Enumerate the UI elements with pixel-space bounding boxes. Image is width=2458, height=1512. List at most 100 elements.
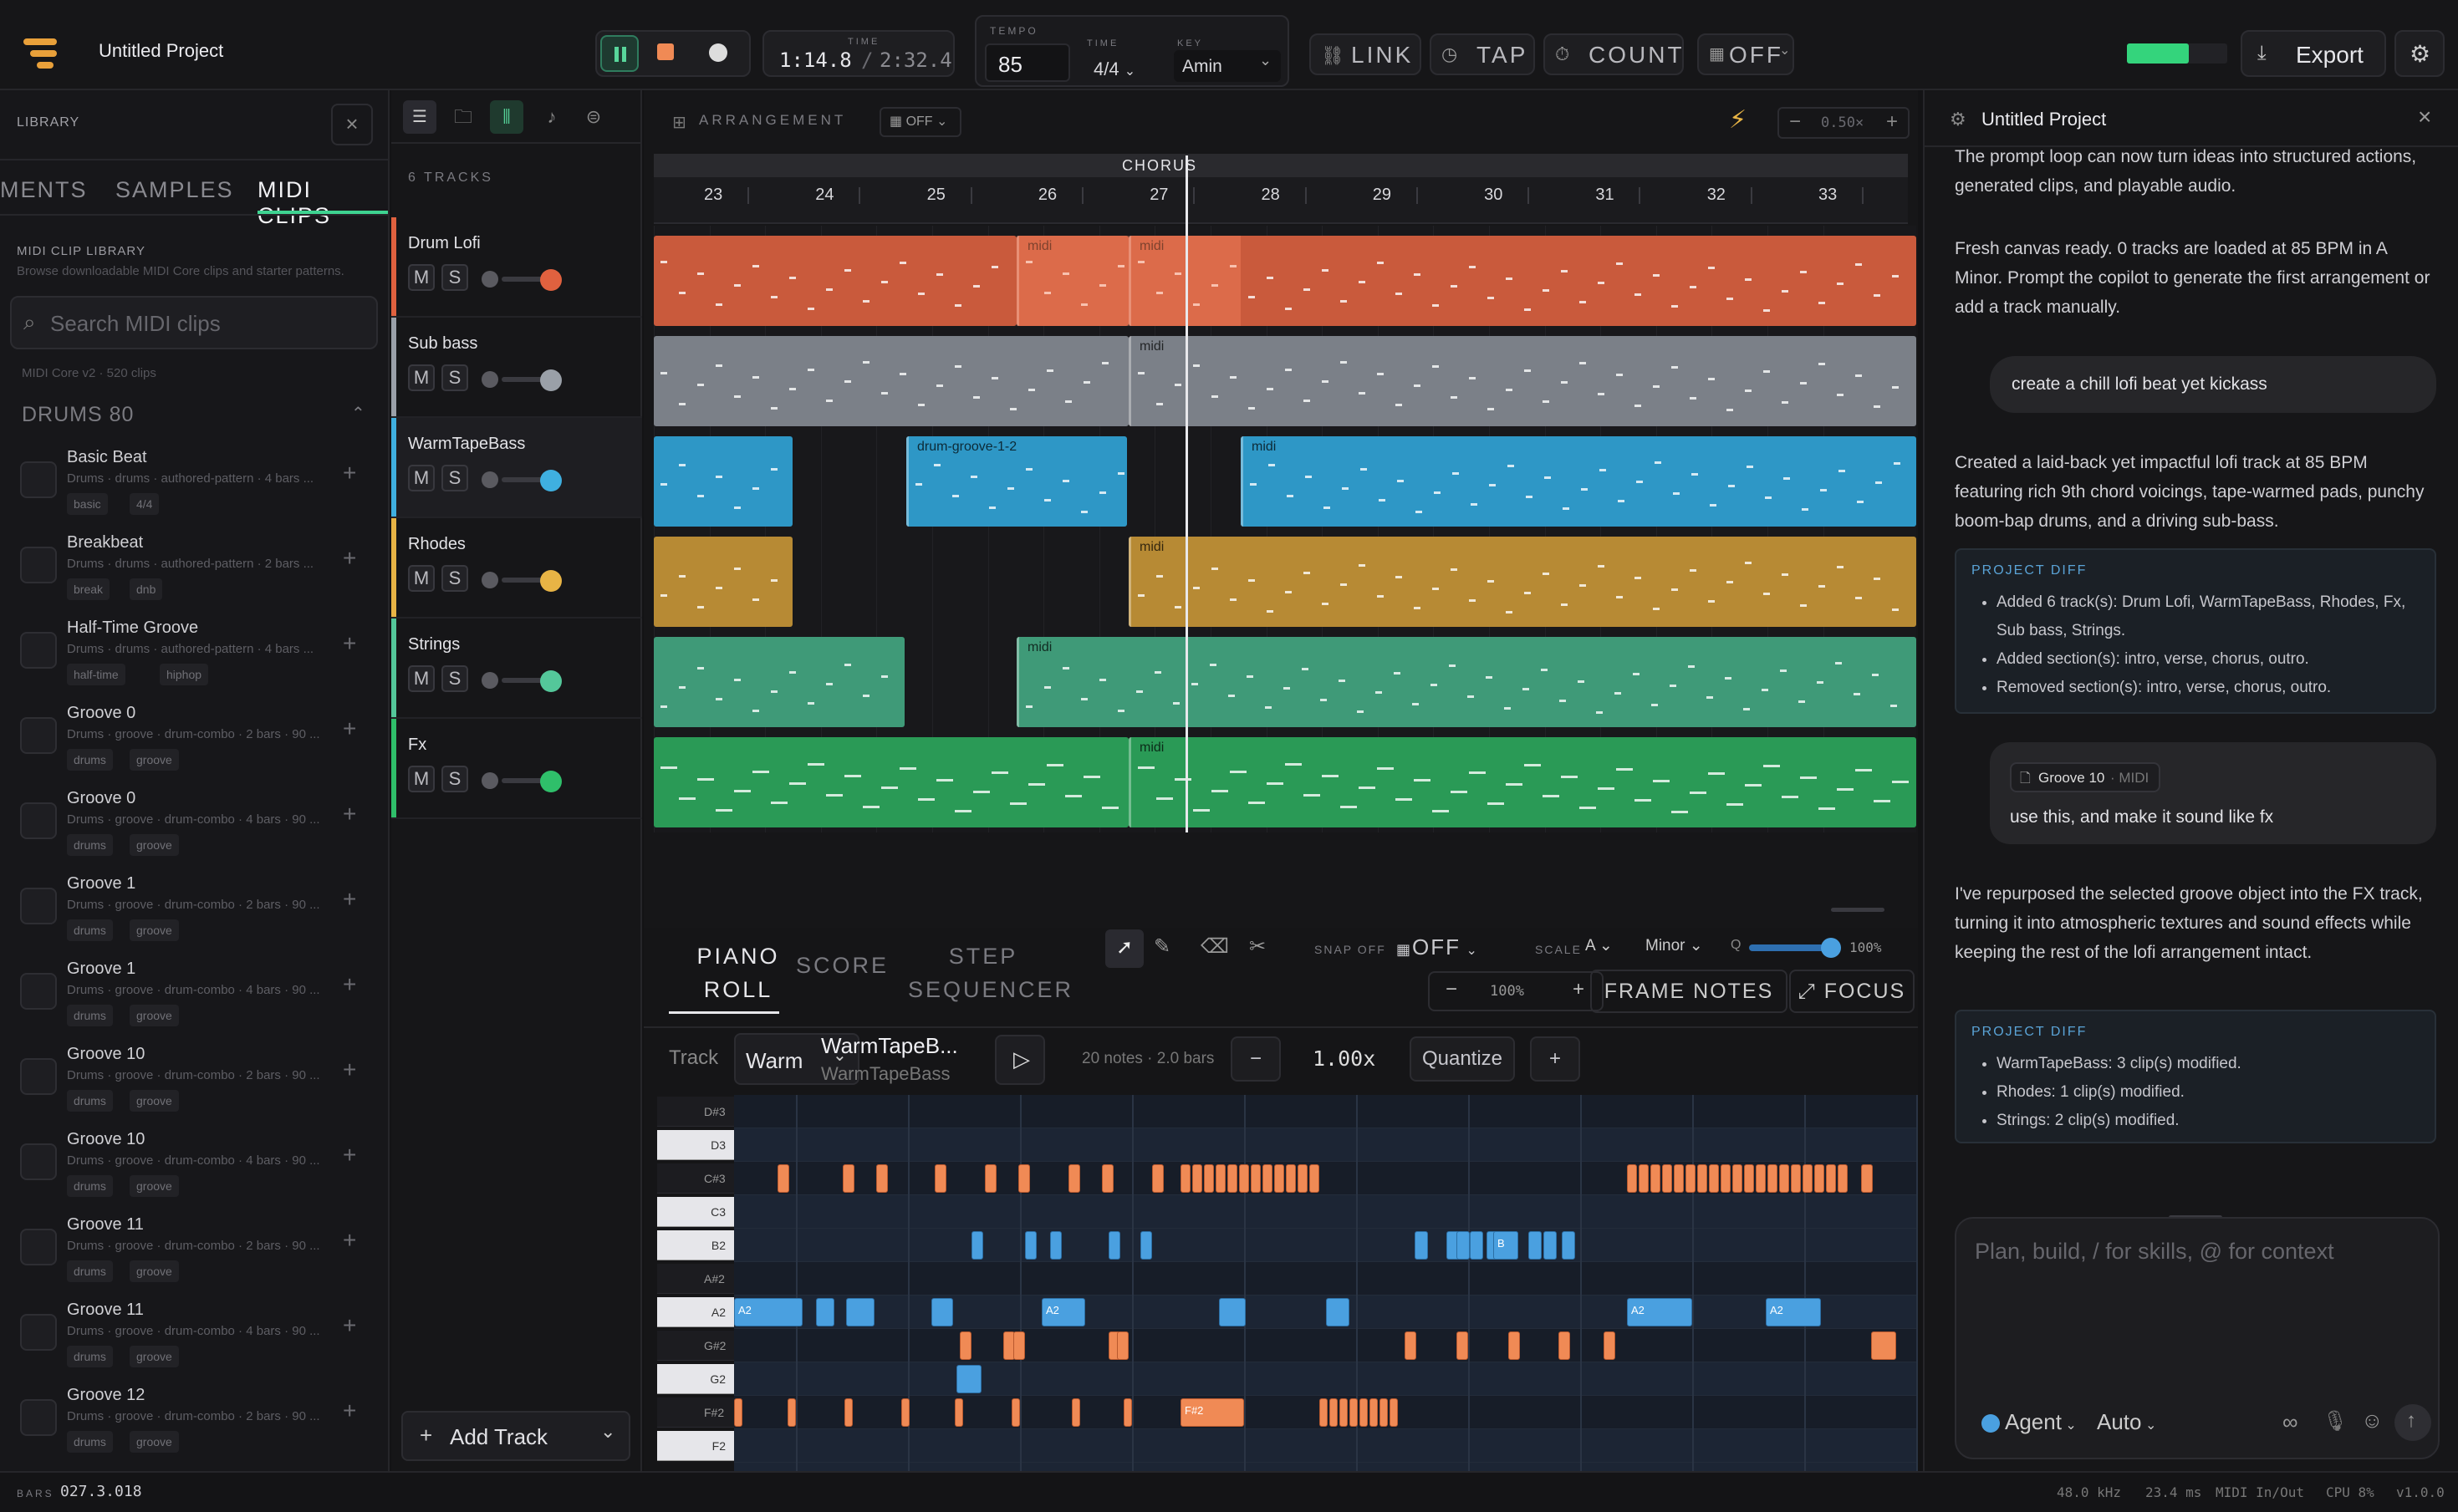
arrangement-snap-select[interactable]: ▦ OFF ⌄	[880, 107, 961, 137]
speed-decrease-button[interactable]: −	[1231, 1036, 1281, 1082]
solo-button[interactable]: S	[441, 565, 468, 592]
midi-note[interactable]	[935, 1164, 946, 1193]
midi-note[interactable]	[1456, 1331, 1468, 1360]
midi-note[interactable]	[1204, 1164, 1214, 1193]
scissors-tool-button[interactable]: ✂	[1249, 934, 1266, 959]
midi-note[interactable]	[1528, 1231, 1542, 1260]
list-item[interactable]: Groove 0 Drums · groove · drum-combo · 4 …	[0, 786, 388, 871]
track-row[interactable]: Strings M S	[391, 619, 642, 719]
midi-note[interactable]	[1721, 1164, 1731, 1193]
midi-note[interactable]	[1838, 1164, 1848, 1193]
list-item[interactable]: Groove 10 Drums · groove · drum-combo · 4…	[0, 1127, 388, 1212]
midi-note[interactable]: F#2	[1181, 1398, 1244, 1427]
clip[interactable]: midi	[1129, 737, 1916, 827]
midi-note[interactable]: A2	[1766, 1298, 1821, 1326]
midi-note[interactable]	[1152, 1164, 1164, 1193]
midi-note[interactable]	[1050, 1231, 1062, 1260]
clip[interactable]	[654, 737, 1129, 827]
eraser-tool-button[interactable]: ⌫	[1201, 934, 1229, 959]
export-button[interactable]: ⤓ Export	[2241, 30, 2386, 77]
midi-note[interactable]	[1012, 1398, 1020, 1427]
midi-note[interactable]	[1329, 1398, 1338, 1427]
piano-key[interactable]: D3	[657, 1130, 734, 1160]
midi-note[interactable]	[1558, 1331, 1570, 1360]
add-clip-button[interactable]: +	[343, 460, 356, 486]
lightning-icon[interactable]: ⚡	[1729, 105, 1747, 135]
mute-button[interactable]: M	[408, 766, 435, 792]
midi-note[interactable]	[1124, 1398, 1132, 1427]
preview-play-button[interactable]: ▷	[995, 1035, 1045, 1085]
record-button[interactable]	[709, 43, 727, 62]
midi-note[interactable]	[1767, 1164, 1777, 1193]
midi-note[interactable]	[844, 1398, 853, 1427]
midi-note[interactable]	[1251, 1164, 1261, 1193]
add-track-button[interactable]: + Add Track ⌄	[401, 1411, 630, 1461]
midi-note[interactable]	[1239, 1164, 1249, 1193]
mute-button[interactable]: M	[408, 364, 435, 391]
clip[interactable]: midi	[1129, 537, 1916, 627]
midi-note[interactable]	[1025, 1231, 1037, 1260]
midi-note[interactable]	[1732, 1164, 1742, 1193]
agent-select[interactable]: Agent ⌄	[2005, 1409, 2077, 1435]
stop-button[interactable]	[657, 43, 674, 60]
infinity-icon[interactable]: ∞	[2282, 1409, 2298, 1435]
mic-icon[interactable]: 🎙	[2323, 1409, 2348, 1433]
chevron-up-icon[interactable]: ⌃	[351, 403, 365, 424]
add-clip-button[interactable]: +	[343, 801, 356, 827]
zoom-out-button[interactable]: −	[1789, 110, 1801, 134]
clip[interactable]	[654, 436, 793, 527]
frame-notes-button[interactable]: FRAME NOTES	[1590, 970, 1787, 1013]
pan-knob[interactable]	[482, 271, 498, 288]
chat-input[interactable]: Plan, build, / for skills, @ for context…	[1955, 1217, 2440, 1459]
solo-button[interactable]: S	[441, 264, 468, 291]
clip[interactable]: drum-groove-1-2	[906, 436, 1127, 527]
track-list-view-button[interactable]: ☰	[403, 100, 436, 134]
pause-button[interactable]	[600, 35, 639, 72]
add-clip-button[interactable]: +	[343, 715, 356, 742]
volume-handle[interactable]	[540, 771, 562, 792]
pan-knob[interactable]	[482, 672, 498, 689]
midi-note[interactable]	[1662, 1164, 1672, 1193]
midi-note[interactable]	[1390, 1398, 1398, 1427]
list-item[interactable]: Groove 12 Drums · groove · drum-combo · 2…	[0, 1382, 388, 1468]
piano-key[interactable]: C3	[657, 1197, 734, 1227]
midi-note[interactable]	[1627, 1164, 1637, 1193]
midi-note[interactable]	[1216, 1164, 1226, 1193]
list-item[interactable]: Groove 11 Drums · groove · drum-combo · 4…	[0, 1297, 388, 1382]
volume-handle[interactable]	[540, 570, 562, 592]
midi-note[interactable]	[1359, 1398, 1368, 1427]
midi-note[interactable]	[1697, 1164, 1707, 1193]
playhead[interactable]	[1186, 155, 1188, 832]
midi-note[interactable]	[985, 1164, 997, 1193]
scale-root-select[interactable]: A ⌄	[1585, 936, 1639, 963]
add-clip-button[interactable]: +	[343, 1142, 356, 1168]
list-item[interactable]: Half-Time Groove Drums · drums · authored…	[0, 615, 388, 700]
zoom-in-button[interactable]: +	[1886, 110, 1898, 134]
midi-note[interactable]	[901, 1398, 910, 1427]
clip[interactable]: midi	[1129, 236, 1916, 326]
midi-note[interactable]	[1562, 1231, 1575, 1260]
scale-mode-select[interactable]: Minor ⌄	[1645, 936, 1722, 963]
midi-note[interactable]	[1871, 1331, 1896, 1360]
tab-instruments[interactable]: MENTS	[0, 177, 88, 203]
midi-note[interactable]	[1543, 1231, 1557, 1260]
add-clip-button[interactable]: +	[343, 545, 356, 572]
search-input[interactable]: ⌕ Search MIDI clips	[10, 296, 378, 349]
group-header[interactable]: DRUMS 80	[22, 403, 134, 427]
model-select[interactable]: Auto ⌄	[2097, 1409, 2156, 1435]
emoji-icon[interactable]: ☺	[2361, 1408, 2384, 1433]
list-item[interactable]: Basic Beat Drums · drums · authored-patte…	[0, 445, 388, 530]
mute-button[interactable]: M	[408, 465, 435, 491]
instrument-view-button[interactable]: ♪	[535, 100, 569, 134]
list-item[interactable]: Groove 1 Drums · groove · drum-combo · 4 …	[0, 956, 388, 1041]
midi-note[interactable]	[960, 1331, 971, 1360]
mute-button[interactable]: M	[408, 665, 435, 692]
solo-button[interactable]: S	[441, 465, 468, 491]
midi-note[interactable]	[1650, 1164, 1660, 1193]
midi-note[interactable]	[1286, 1164, 1296, 1193]
mute-button[interactable]: M	[408, 264, 435, 291]
pencil-tool-button[interactable]: ✎	[1154, 934, 1170, 959]
add-clip-button[interactable]: +	[343, 886, 356, 913]
midi-note[interactable]	[1068, 1164, 1080, 1193]
piano-key[interactable]: A#2	[657, 1264, 734, 1294]
